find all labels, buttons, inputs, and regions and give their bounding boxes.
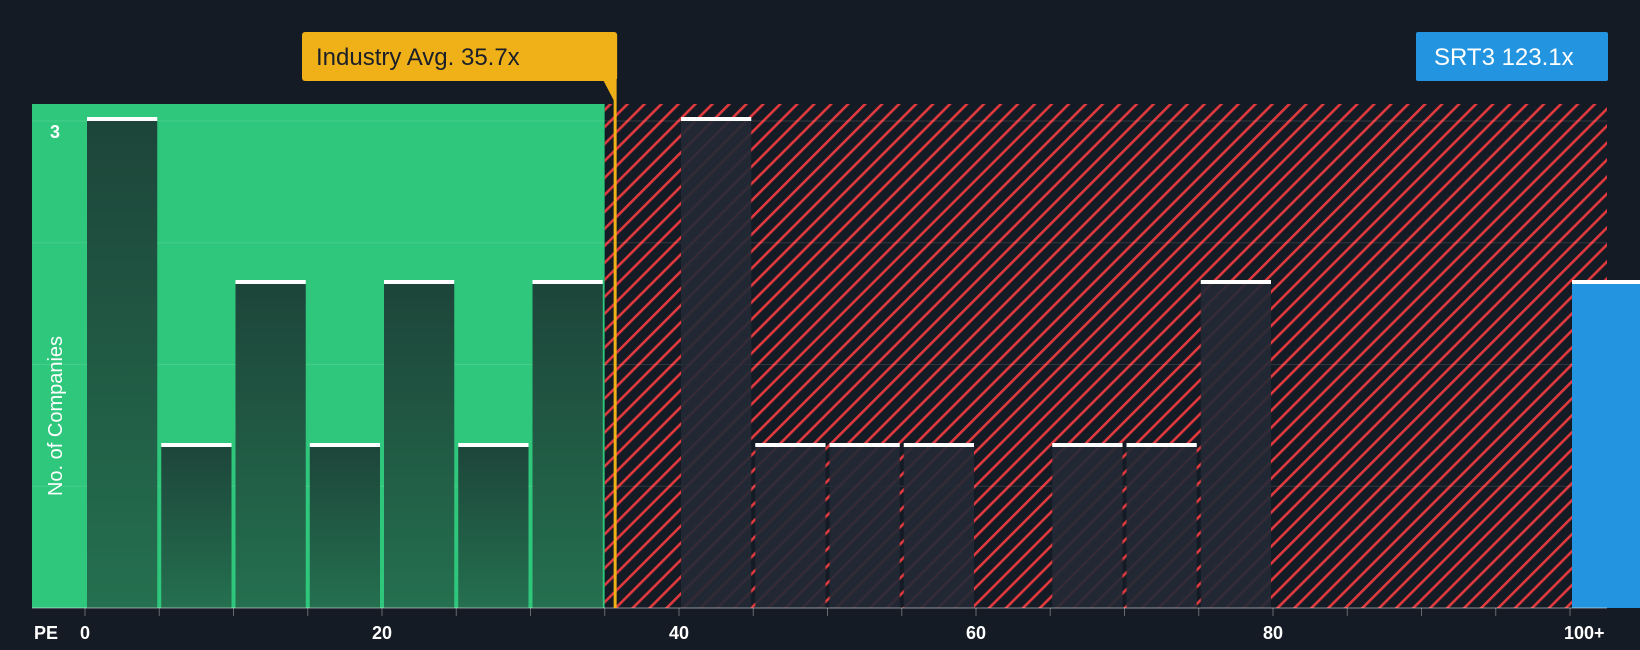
y-tick-label: 3 [50,122,60,142]
bar-cap [1126,443,1197,447]
x-tick-label: 80 [1263,623,1283,643]
bar-cap [1572,280,1640,284]
bar-cap [87,117,158,121]
y-axis-title: No. of Companies [45,336,67,496]
bar-cap [532,280,603,284]
bar-cap [903,443,974,447]
bar-cap [235,280,306,284]
histogram-bar [532,282,603,608]
x-tick-label: 60 [966,623,986,643]
x-tick-label: 40 [669,623,689,643]
histogram-bar [681,119,752,608]
histogram-bar [1200,282,1271,608]
bar-cap [829,443,900,447]
callout-pointer [603,80,616,103]
histogram-bar [309,445,380,608]
bar-cap [309,443,380,447]
bar-cap [1052,443,1123,447]
x-tick-label: 100+ [1564,623,1605,643]
bar-cap [681,117,752,121]
x-tick-label: 20 [372,623,392,643]
x-tick-label: 0 [80,623,90,643]
histogram-bar [903,445,974,608]
bar-cap [161,443,232,447]
histogram-bar [755,445,826,608]
histogram-bar [829,445,900,608]
histogram-bar [458,445,529,608]
company-bar [1572,282,1640,608]
histogram-bar [1126,445,1197,608]
histogram-bar [161,445,232,608]
bar-cap [458,443,529,447]
x-axis-title: PE [34,623,58,643]
histogram-bar [384,282,455,608]
company-label: SRT3 123.1x [1434,44,1574,71]
histogram-bar [87,119,158,608]
industry-average-label: Industry Avg. 35.7x [316,44,520,71]
bar-cap [1200,280,1271,284]
bar-cap [755,443,826,447]
histogram-bar [1052,445,1123,608]
chart-canvas: 0 20 40 60 80 100+ PE 3 No. of Companies Industr… [32,32,1640,643]
histogram-bar [235,282,306,608]
bar-cap [384,280,455,284]
pe-distribution-chart: 0 20 40 60 80 100+ PE 3 No. of Companies Industr… [0,0,1640,650]
